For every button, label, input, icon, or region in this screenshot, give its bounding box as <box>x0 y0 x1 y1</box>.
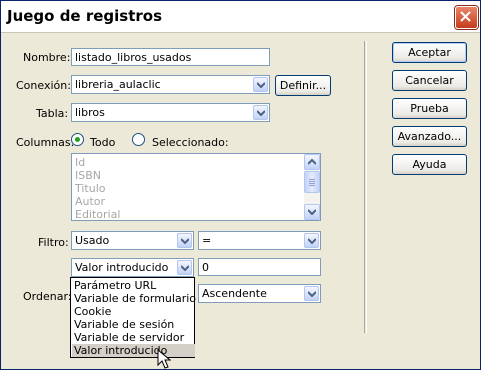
definir-button[interactable]: Definir... <box>275 75 331 96</box>
scroll-down-button[interactable] <box>304 204 320 220</box>
list-item[interactable]: Titulo <box>75 182 106 195</box>
filtro-operator-select[interactable]: = <box>198 231 321 250</box>
filtro-column-select[interactable]: Usado <box>71 231 194 250</box>
tabla-value: libros <box>75 106 105 119</box>
dropdown-item[interactable]: Cookie <box>72 305 195 318</box>
vertical-scrollbar[interactable] <box>304 154 320 220</box>
columnas-label: Columnas: <box>16 136 75 149</box>
chevron-down-icon[interactable] <box>177 260 192 275</box>
dropdown-item[interactable]: Variable de formulario <box>72 292 196 305</box>
chevron-down-icon[interactable] <box>253 77 268 92</box>
close-icon <box>460 11 471 22</box>
radio-seleccionado-label[interactable]: Seleccionado: <box>152 136 229 149</box>
chevron-down-icon[interactable] <box>304 286 319 301</box>
chevron-up-icon <box>308 159 316 165</box>
ordenar-direction-select[interactable]: Ascendente <box>198 284 321 303</box>
dropdown-item[interactable]: Variable de servidor <box>72 331 195 344</box>
aceptar-button[interactable]: Aceptar <box>392 42 467 63</box>
list-item[interactable]: Editorial <box>75 208 120 221</box>
columns-listbox[interactable]: Id ISBN Titulo Autor Editorial <box>71 153 321 221</box>
dropdown-item-highlighted[interactable]: Valor introducido <box>72 344 195 357</box>
nombre-input[interactable]: listado_libros_usados <box>71 48 270 66</box>
filtro-value-input[interactable]: 0 <box>198 258 321 276</box>
prueba-button[interactable]: Prueba <box>392 98 467 119</box>
list-item[interactable]: Autor <box>75 195 105 208</box>
source-dropdown-list[interactable]: Parámetro URL Variable de formulario Coo… <box>70 277 196 358</box>
dialog-window: Juego de registros Nombre: listado_libro… <box>0 0 481 370</box>
chevron-down-icon[interactable] <box>253 105 268 120</box>
list-item[interactable]: Id <box>75 156 85 169</box>
ordenar-label: Ordenar: <box>23 290 72 303</box>
conexion-label: Conexión: <box>16 79 71 92</box>
list-item[interactable]: ISBN <box>75 169 101 182</box>
vertical-divider <box>364 41 367 333</box>
close-button[interactable] <box>455 6 478 29</box>
chevron-down-icon[interactable] <box>304 233 319 248</box>
ordenar-direction-value: Ascendente <box>202 287 267 300</box>
dropdown-item[interactable]: Variable de sesión <box>72 318 195 331</box>
ayuda-button[interactable]: Ayuda <box>392 154 467 175</box>
filtro-operator-value: = <box>202 234 212 247</box>
radio-selected-dot <box>75 137 80 142</box>
radio-seleccionado[interactable] <box>132 133 145 146</box>
dropdown-item[interactable]: Parámetro URL <box>72 279 195 292</box>
mouse-cursor-icon <box>157 349 171 369</box>
scroll-up-button[interactable] <box>304 154 320 170</box>
tabla-label: Tabla: <box>36 107 69 120</box>
filtro-column-value: Usado <box>75 234 110 247</box>
avanzado-button[interactable]: Avanzado... <box>392 126 467 147</box>
tabla-select[interactable]: libros <box>71 103 270 122</box>
filtro-source-select[interactable]: Valor introducido <box>71 258 194 277</box>
filtro-label: Filtro: <box>38 236 69 249</box>
filtro-source-value: Valor introducido <box>75 261 169 274</box>
cancelar-button[interactable]: Cancelar <box>392 70 467 91</box>
nombre-label: Nombre: <box>23 51 71 64</box>
window-title: Juego de registros <box>7 7 163 25</box>
conexion-select[interactable]: libreria_aulaclic <box>71 75 270 94</box>
scroll-thumb[interactable] <box>304 171 320 193</box>
chevron-down-icon <box>308 209 316 215</box>
conexion-value: libreria_aulaclic <box>75 78 161 91</box>
radio-todo-label[interactable]: Todo <box>90 136 115 149</box>
radio-todo[interactable] <box>71 133 84 146</box>
chevron-down-icon[interactable] <box>177 233 192 248</box>
title-bar: Juego de registros <box>1 1 480 33</box>
